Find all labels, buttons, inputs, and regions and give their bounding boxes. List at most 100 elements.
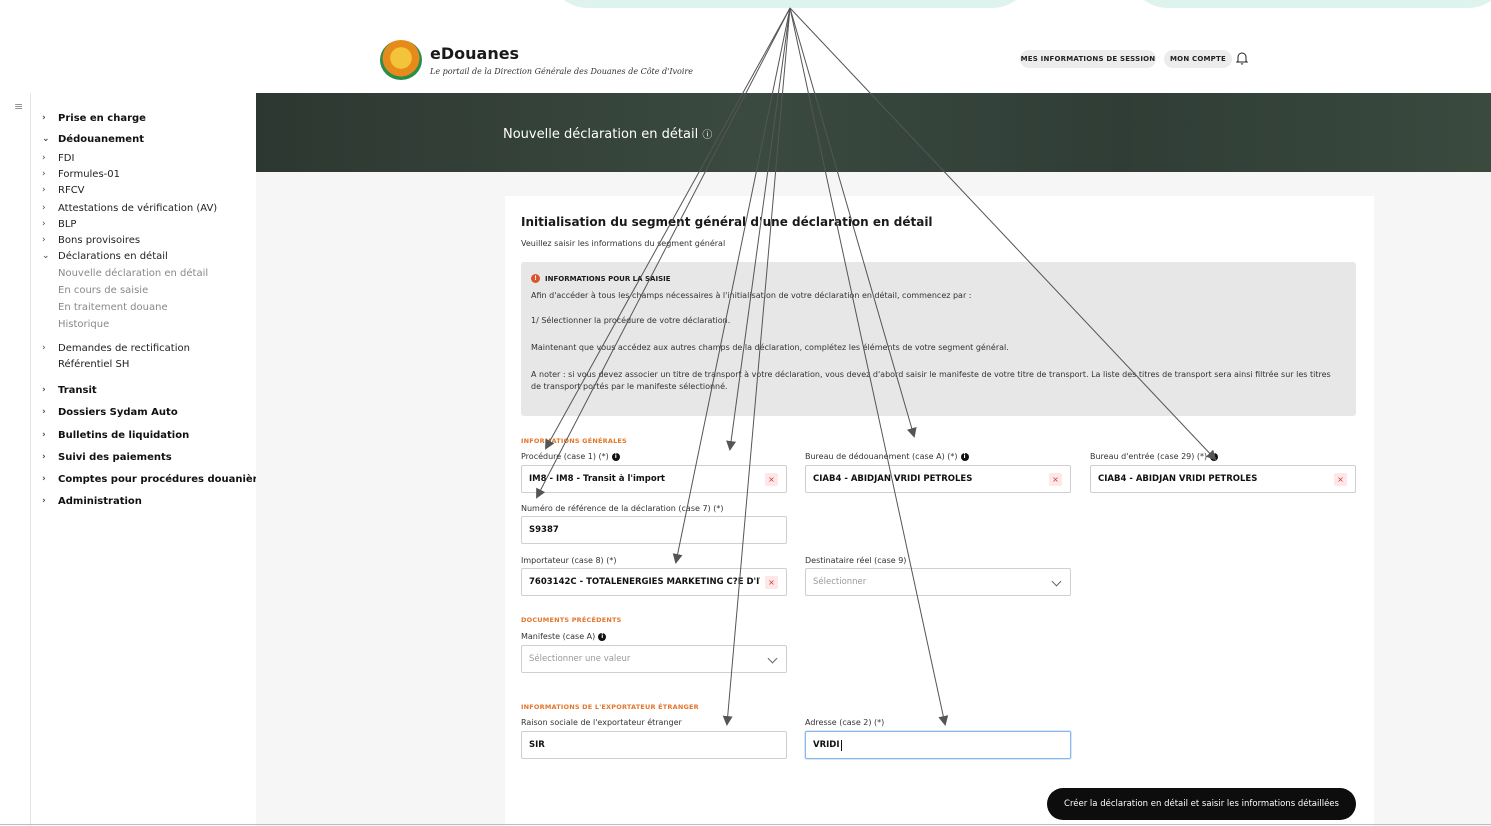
clear-icon[interactable]: × [765,576,778,589]
sidebar-item-referentiel-sh[interactable]: Référentiel SH [42,356,129,372]
bureau-dedouanement-label: Bureau de dédouanement (case A) (*) i [805,452,969,461]
adresse-label: Adresse (case 2) (*) [805,718,885,727]
importateur-label: Importateur (case 8) (*) [521,556,617,565]
info-alert-icon: ! [531,274,540,283]
bureau-dedouanement-select[interactable]: CIAB4 - ABIDJAN VRIDI PETROLES × [805,465,1071,493]
chevron-right-icon: › [42,430,46,440]
page-banner [256,93,1491,172]
section-general-heading: INFORMATIONS GÉNÉRALES [521,437,627,445]
destinataire-select[interactable]: Sélectionner [805,568,1071,596]
sidebar-item-prise-en-charge[interactable]: › Prise en charge [42,110,146,126]
create-declaration-button[interactable]: Créer la déclaration en détail et saisir… [1047,788,1356,820]
procedure-label: Procédure (case 1) (*) i [521,452,620,461]
sidebar-item-en-traitement-douane[interactable]: En traitement douane [42,299,168,316]
info-icon[interactable]: i [598,632,607,641]
adresse-value: VRIDI [813,740,840,750]
sidebar-item-blp[interactable]: › BLP [42,216,76,232]
page-title: Nouvelle déclaration en détail ⓘ [503,126,712,142]
importateur-value: 7603142C - TOTALENERGIES MARKETING C?E D… [529,577,760,587]
sidebar-item-label: Transit [58,384,97,396]
manifeste-placeholder: Sélectionner une valeur [529,654,631,664]
clear-icon[interactable]: × [1049,473,1062,486]
sidebar-item-demandes-rectification[interactable]: › Demandes de rectification [42,340,190,356]
sidebar-item-declarations-en-detail[interactable]: ⌄ Déclarations en détail [42,248,168,264]
label-text: Manifeste (case A) [521,632,596,641]
info-circle-icon[interactable]: ⓘ [702,130,712,141]
sidebar-item-fdi[interactable]: › FDI [42,150,74,166]
sidebar-item-en-cours-de-saisie[interactable]: En cours de saisie [42,282,148,299]
sidebar-item-label: Déclarations en détail [58,250,168,262]
adresse-input[interactable]: VRIDI [805,731,1071,759]
sidebar-item-rfcv[interactable]: › RFCV [42,182,85,198]
numero-reference-value: S9387 [529,525,559,535]
importateur-select[interactable]: 7603142C - TOTALENERGIES MARKETING C?E D… [521,568,787,596]
raison-sociale-input[interactable]: SIR [521,731,787,759]
sidebar-item-dedouanement[interactable]: ⌄ Dédouanement [42,131,144,147]
brand-name: eDouanes [430,43,520,63]
sidebar-item-nouvelle-declaration[interactable]: Nouvelle déclaration en détail [42,265,208,282]
sidebar-item-administration[interactable]: › Administration [42,493,142,509]
sidebar-item-label: RFCV [58,184,85,196]
sidebar-item-label: Comptes pour procédures douanières [58,473,271,485]
chevron-right-icon: › [42,185,46,195]
chevron-right-icon: › [42,452,46,462]
chevron-right-icon: › [42,407,46,417]
label-text: Bureau de dédouanement (case A) (*) [805,452,958,461]
chevron-down-icon: ⌄ [42,251,50,261]
chevron-right-icon: › [42,153,46,163]
info-line: A noter : si vous devez associer un titr… [531,370,1331,391]
sidebar-item-historique[interactable]: Historique [42,316,109,333]
sidebar-item-label: Suivi des paiements [58,451,172,463]
sidebar-item-transit[interactable]: › Transit [42,382,97,398]
sidebar-item-label: Attestations de vérification (AV) [58,202,218,214]
sidebar-item-comptes-procedures[interactable]: › Comptes pour procédures douanières [42,471,270,487]
chevron-right-icon: › [42,113,46,123]
sidebar-item-label: Dédouanement [58,133,144,145]
sidebar-item-label: Formules-01 [58,168,121,180]
info-box-title-text: INFORMATIONS POUR LA SAISIE [545,274,671,283]
chevron-right-icon: › [42,496,46,506]
manifeste-select[interactable]: Sélectionner une valeur [521,645,787,673]
sidebar-item-suivi-paiements[interactable]: › Suivi des paiements [42,449,172,465]
numero-reference-input[interactable]: S9387 [521,516,787,544]
session-info-button[interactable]: MES INFORMATIONS DE SESSION [1020,50,1156,68]
chevron-down-icon: ⌄ [42,134,50,144]
destinataire-placeholder: Sélectionner [813,577,867,587]
hamburger-icon[interactable]: ≡ [14,100,23,113]
procedure-value: IM8 - IM8 - Transit à l'import [529,474,665,484]
top-decoration-right [1128,0,1491,8]
info-icon[interactable]: i [960,452,969,461]
chevron-down-icon [1051,576,1062,587]
sidebar-item-bons-provisoires[interactable]: › Bons provisoires [42,232,140,248]
bureau-entree-value: CIAB4 - ABIDJAN VRIDI PETROLES [1098,474,1258,484]
sidebar-item-label: BLP [58,218,77,230]
bureau-entree-select[interactable]: CIAB4 - ABIDJAN VRIDI PETROLES × [1090,465,1356,493]
chevron-right-icon: › [42,474,46,484]
sidebar-item-label: Demandes de rectification [58,342,190,354]
procedure-select[interactable]: IM8 - IM8 - Transit à l'import × [521,465,787,493]
brand-logo-link[interactable]: eDouanes Le portail de la Direction Géné… [380,40,693,80]
chevron-right-icon: › [42,169,46,179]
text-cursor [840,739,842,751]
clear-icon[interactable]: × [1334,473,1347,486]
chevron-right-icon: › [42,203,46,213]
top-decoration-left [548,0,1032,8]
chevron-down-icon [767,653,778,664]
sidebar-item-label: FDI [58,152,75,164]
bell-icon[interactable] [1236,51,1248,65]
info-icon[interactable]: i [611,452,620,461]
section-previous-docs-heading: DOCUMENTS PRÉCÉDENTS [521,616,622,624]
form-title: Initialisation du segment général d'une … [521,215,933,229]
chevron-right-icon: › [42,219,46,229]
sidebar-item-formules-01[interactable]: › Formules-01 [42,166,120,182]
info-line: Maintenant que vous accédez aux autres c… [531,343,1009,352]
info-line: 1/ Sélectionner la procédure de votre dé… [531,316,731,325]
my-account-button[interactable]: MON COMPTE [1164,50,1232,68]
chevron-right-icon: › [42,385,46,395]
sidebar-item-bulletins[interactable]: › Bulletins de liquidation [42,427,189,443]
info-icon[interactable]: i [1210,452,1219,461]
clear-icon[interactable]: × [765,473,778,486]
sidebar-item-attestations[interactable]: › Attestations de vérification (AV) [42,200,217,216]
manifeste-label: Manifeste (case A) i [521,632,607,641]
sidebar-item-dossiers-sydam[interactable]: › Dossiers Sydam Auto [42,404,178,420]
